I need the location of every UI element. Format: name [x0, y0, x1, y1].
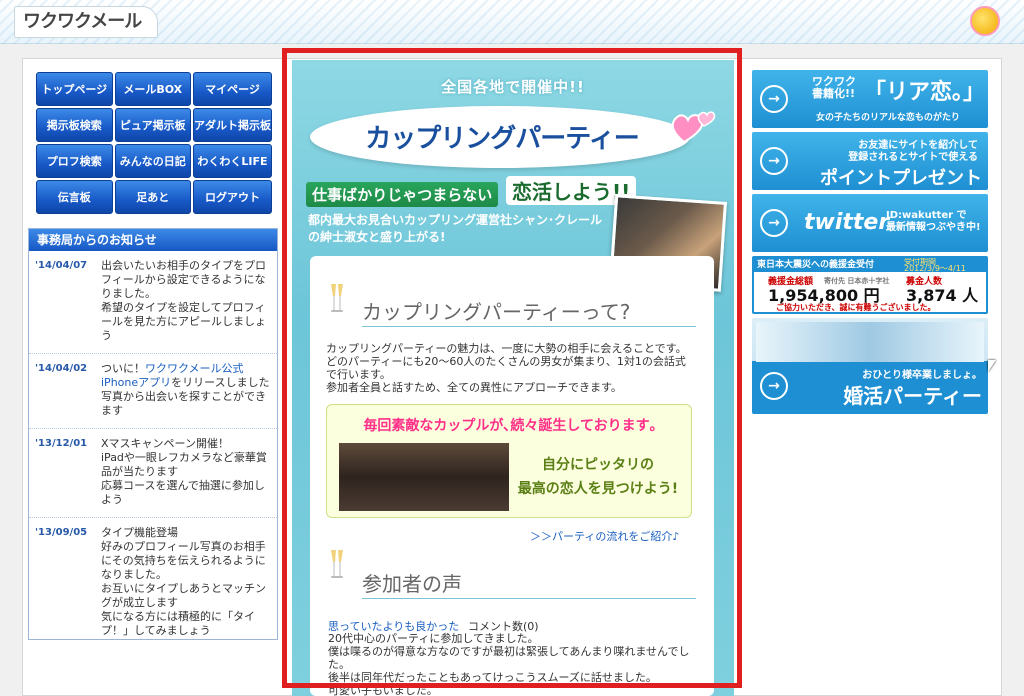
donation-note: ご協力いただき、誠に有難うございました。	[776, 303, 936, 312]
news-date: '14/04/02	[35, 363, 88, 374]
nav-board-search[interactable]: 掲示板検索	[36, 108, 113, 142]
right-column: → ワクワク 書籍化!! 「リア恋｡」 女の子たちのリアルな恋ものがたり → お…	[752, 70, 988, 418]
arrow-right-icon: →	[760, 85, 788, 113]
nav-pure-board[interactable]: ピュア掲示板	[114, 108, 191, 142]
referral-banner-text: お友達にサイトを紹介して 登録されるとサイトで使える	[848, 140, 978, 163]
konkatsu-banner-title: 婚活パーティー	[843, 384, 982, 408]
party-photo	[339, 443, 509, 511]
konkatsu-photo	[756, 322, 984, 362]
nav-diary[interactable]: みんなの日記	[114, 144, 191, 178]
hero-description: 都内最大お見合いカップリング運営社シャン･クレールの紳士淑女と盛り上がる!	[308, 213, 603, 244]
arrow-right-icon: →	[760, 209, 788, 237]
nav-top-page[interactable]: トップページ	[36, 72, 113, 106]
section-divider	[362, 326, 696, 327]
main-nav: トップページ メールBOX マイページ 掲示板検索 ピュア掲示板 アダルト掲示板…	[36, 72, 272, 214]
arrow-right-icon: →	[760, 147, 788, 175]
news-text: Xマスキャンペーン開催！ iPadや一眼レフカメラなど豪華賞品が当たります 応募…	[101, 437, 267, 506]
news-date: '13/09/05	[35, 527, 88, 538]
content-card: カップリングパーティーって? カップリングパーティーの魅力は、一度に大勢の相手に…	[310, 256, 714, 696]
voice-text: 20代中心のパーティに参加してきました。 僕は喋るのが得意な方なのですが最初は緊…	[328, 632, 690, 696]
section-title-voices: 参加者の声	[362, 572, 462, 596]
konkatsu-banner[interactable]: → おひとり様卒業しましょ。 婚活パーティー	[752, 318, 988, 414]
news-text-pre: ついに！	[101, 362, 145, 375]
hero-subtitle: 全国各地で開催中!!	[441, 78, 585, 96]
twitter-logo: twitter	[804, 210, 890, 235]
site-header: ワクワクメール	[0, 0, 1024, 44]
news-text: タイプ機能登場 好みのプロフィール写真のお相手にその気持ちを伝えられるようになり…	[101, 526, 266, 637]
nav-mypage[interactable]: マイページ	[193, 72, 272, 106]
book-banner-caption: 女の子たちのリアルな恋ものがたり	[816, 113, 960, 123]
coupling-party-panel[interactable]: 全国各地で開催中!! カップリングパーティー 仕事ばかりじゃつまらない 恋活しよ…	[292, 60, 734, 696]
champagne-icon	[331, 284, 343, 312]
book-banner[interactable]: → ワクワク 書籍化!! 「リア恋｡」 女の子たちのリアルな恋ものがたり	[752, 70, 988, 128]
site-logo[interactable]: ワクワクメール	[14, 6, 159, 38]
mouse-cursor-icon	[988, 360, 996, 372]
nav-life[interactable]: わくわくLIFE	[193, 144, 272, 178]
news-text: ついに！ワクワクメール公式iPhoneアプリをリリースしました 写真から出会いを…	[101, 362, 271, 418]
hearts-icon	[671, 111, 716, 144]
twitter-banner[interactable]: → twitter ID:wakutter で 最新情報つぶやき中!	[752, 194, 988, 252]
promo-box: 毎回素敵なカップルが､続々誕生しております｡ 自分にピッタリの 最高の恋人を見つ…	[326, 404, 692, 518]
left-column: トップページ メールBOX マイページ 掲示板検索 ピュア掲示板 アダルト掲示板…	[36, 72, 272, 214]
news-box: 事務局からのお知らせ '14/04/07 出会いたいお相手のタイプをプロフィール…	[28, 228, 278, 640]
news-item: '13/09/05 タイプ機能登場 好みのプロフィール写真のお相手にその気持ちを…	[29, 518, 277, 639]
promo-text: 自分にピッタリの 最高の恋人を見つけよう!	[517, 457, 679, 497]
arrow-right-icon: →	[760, 372, 788, 400]
donation-banner[interactable]: 東日本大震災への義援金受付 受付期間 2012/3/9～4/11 義援金総額 寄…	[752, 256, 988, 314]
hero-tag: 仕事ばかりじゃつまらない	[306, 182, 499, 207]
news-item: '14/04/07 出会いたいお相手のタイプをプロフィールから設定できるようにな…	[29, 251, 277, 354]
news-text: 出会いたいお相手のタイプをプロフィールから設定できるようになりました。 希望のタ…	[101, 259, 266, 342]
news-item: '14/04/02 ついに！ワクワクメール公式iPhoneアプリをリリースしまし…	[29, 354, 277, 429]
section-divider	[362, 598, 696, 599]
section-title-about: カップリングパーティーって?	[362, 300, 631, 324]
book-banner-label: ワクワク 書籍化!!	[812, 75, 856, 100]
news-title: 事務局からのお知らせ	[29, 229, 277, 251]
champagne-icon	[331, 550, 343, 578]
hero-title: カップリングパーティー	[365, 124, 639, 154]
badge-icon[interactable]	[970, 6, 1000, 36]
nav-logout[interactable]: ログアウト	[193, 180, 272, 214]
about-text: カップリングパーティーの魅力は、一度に大勢の相手に会えることです。どのパーティー…	[326, 342, 687, 394]
book-banner-title: 「リア恋｡」	[864, 80, 986, 105]
twitter-banner-text: ID:wakutter で 最新情報つぶやき中!	[886, 210, 981, 233]
news-date: '14/04/07	[35, 260, 88, 271]
news-date: '13/12/01	[35, 438, 88, 449]
nav-footprints[interactable]: 足あと	[114, 180, 191, 214]
donation-period: 受付期間 2012/3/9～4/11	[904, 257, 966, 273]
nav-adult-board[interactable]: アダルト掲示板	[193, 108, 272, 142]
nav-mailbox[interactable]: メールBOX	[114, 72, 191, 106]
nav-message-board[interactable]: 伝言板	[36, 180, 113, 214]
nav-profile-search[interactable]: プロフ検索	[36, 144, 113, 178]
referral-banner[interactable]: → お友達にサイトを紹介して 登録されるとサイトで使える ポイントプレゼント	[752, 132, 988, 190]
news-item: '13/12/01 Xマスキャンペーン開催！ iPadや一眼レフカメラなど豪華賞…	[29, 429, 277, 518]
promo-title: 毎回素敵なカップルが､続々誕生しております｡	[363, 418, 657, 434]
party-flow-link[interactable]: ＞＞パーティの流れをご紹介♪	[530, 528, 679, 544]
konkatsu-banner-text: おひとり様卒業しましょ。	[862, 370, 982, 381]
referral-banner-title: ポイントプレゼント	[820, 168, 982, 189]
